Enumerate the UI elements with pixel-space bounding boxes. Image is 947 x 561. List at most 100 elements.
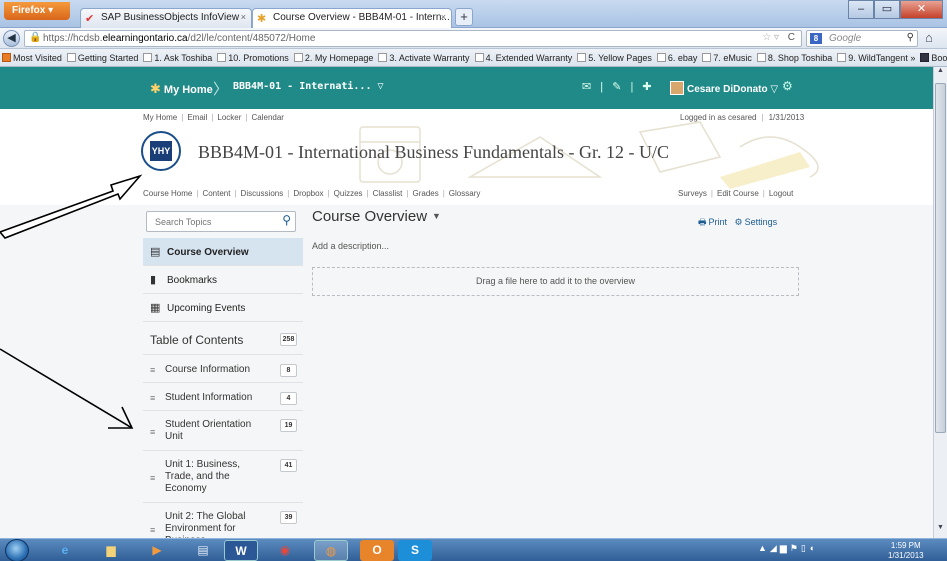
nav-link-calendar[interactable]: Calendar: [252, 113, 284, 122]
scroll-down-icon[interactable]: ▼: [934, 524, 947, 538]
drag-handle-icon[interactable]: ≡: [150, 473, 155, 483]
module-count-badge: 41: [280, 459, 297, 472]
volume-icon[interactable]: ◖: [809, 543, 817, 553]
search-icon[interactable]: ⚲: [907, 32, 914, 43]
chevron-down-icon[interactable]: ▼: [432, 211, 441, 221]
sidebar-item-upcoming-events[interactable]: ▦ Upcoming Events: [143, 294, 303, 322]
document-icon[interactable]: ▤: [186, 540, 220, 561]
battery-icon[interactable]: ▯: [801, 543, 809, 553]
url-bar[interactable]: 🔒 https://hcdsb.elearningontario.ca/d2l/…: [24, 30, 802, 47]
bookmark-star-icon[interactable]: ☆ ▿: [762, 32, 779, 43]
nav-link-locker[interactable]: Locker: [217, 113, 241, 122]
my-home-link[interactable]: ✱ My Home: [150, 81, 213, 97]
bookmark-item[interactable]: Getting Started: [66, 53, 138, 63]
ie-icon[interactable]: e: [48, 540, 82, 561]
minimize-button[interactable]: –: [848, 0, 874, 19]
toc-module-course-information[interactable]: ≡ Course Information 8: [143, 355, 303, 383]
logo-text: YHY: [150, 141, 172, 161]
tab-course-overview[interactable]: ✱ Course Overview - BBB4M-01 - Intern...…: [252, 8, 452, 28]
nav-link-surveys[interactable]: Surveys: [678, 189, 707, 198]
bookmark-item[interactable]: 1. Ask Toshiba: [143, 53, 212, 63]
bookmark-item[interactable]: Bookmarks: [920, 53, 947, 63]
drag-handle-icon[interactable]: ≡: [150, 393, 155, 403]
settings-link[interactable]: ⚙ Settings: [735, 217, 778, 227]
bookmark-item[interactable]: Most Visited: [2, 53, 62, 63]
close-window-button[interactable]: ✕: [900, 0, 943, 19]
bookmark-item[interactable]: 8. Shop Toshiba: [756, 53, 832, 63]
explorer-icon[interactable]: ▆: [94, 540, 128, 561]
settings-gear-icon[interactable]: ⚙: [782, 79, 793, 93]
skype-icon[interactable]: S: [398, 540, 432, 561]
chrome-icon[interactable]: ◉: [268, 540, 302, 561]
bookmark-item[interactable]: 9. WildTangent »: [837, 53, 915, 63]
bookmark-item[interactable]: 5. Yellow Pages: [577, 53, 652, 63]
bookmark-item[interactable]: 10. Promotions: [217, 53, 289, 63]
toc-module-unit-2[interactable]: ≡ Unit 2: The Global Environment for Bus…: [143, 503, 303, 538]
sidebar-item-course-overview[interactable]: ▤ Course Overview: [143, 238, 303, 266]
search-topics-input[interactable]: [147, 212, 265, 231]
search-icon[interactable]: ⚲: [282, 213, 291, 227]
outlook-icon[interactable]: O: [360, 540, 394, 561]
system-clock[interactable]: 1:59 PM 1/31/2013: [888, 541, 924, 561]
page-scrollbar[interactable]: ▲ ▼: [933, 67, 947, 538]
home-icon[interactable]: ⌂: [925, 30, 933, 45]
nav-link-classlist[interactable]: Classlist: [373, 189, 403, 198]
nav-link-content[interactable]: Content: [202, 189, 230, 198]
flag-icon[interactable]: ⚑: [790, 543, 801, 553]
tab-close-icon[interactable]: ×: [241, 12, 246, 22]
tab-sap-infoview[interactable]: ✔ SAP BusinessObjects InfoView ×: [80, 8, 252, 28]
message-alert-icon[interactable]: ✉: [582, 81, 594, 93]
nav-link-dropbox[interactable]: Dropbox: [293, 189, 323, 198]
search-engine-bar[interactable]: 8 Google ⚲: [806, 30, 918, 47]
tab-close-icon[interactable]: ×: [441, 12, 446, 22]
nav-link-grades[interactable]: Grades: [412, 189, 438, 198]
nav-link-edit-course[interactable]: Edit Course: [717, 189, 759, 198]
scroll-up-icon[interactable]: ▲: [934, 67, 947, 81]
firefox-icon[interactable]: ◍: [314, 540, 348, 561]
maximize-button[interactable]: ▭: [874, 0, 900, 19]
course-selector[interactable]: BBB4M-01 - Internati... ▽: [233, 81, 384, 92]
user-menu[interactable]: Cesare DiDonato ▽: [670, 81, 778, 95]
nav-link-glossary[interactable]: Glossary: [449, 189, 481, 198]
bookmark-item[interactable]: 4. Extended Warranty: [474, 53, 572, 63]
google-icon: 8: [810, 33, 822, 44]
firefox-menu-button[interactable]: Firefox ▾: [4, 2, 70, 20]
nav-link-quizzes[interactable]: Quizzes: [334, 189, 363, 198]
drag-handle-icon[interactable]: ≡: [150, 525, 155, 535]
minibar-alerts: ✉ | ✎ | ✚: [582, 81, 655, 93]
toc-module-unit-1[interactable]: ≡ Unit 1: Business, Trade, and the Econo…: [143, 451, 303, 503]
bookmark-item[interactable]: 3. Activate Warranty: [378, 53, 470, 63]
start-button[interactable]: [5, 539, 29, 561]
file-drop-zone[interactable]: Drag a file here to add it to the overvi…: [312, 267, 799, 296]
bookmark-page-icon: [702, 53, 712, 62]
back-button[interactable]: ◀: [3, 30, 20, 47]
table-of-contents-heading[interactable]: Table of Contents 258: [143, 322, 303, 355]
bookmark-label: Most Visited: [13, 53, 62, 63]
page-title[interactable]: Course Overview ▼: [312, 208, 441, 225]
media-player-icon[interactable]: ▶: [140, 540, 174, 561]
signal-icon[interactable]: ◢: [770, 543, 780, 553]
subscription-alert-icon[interactable]: ✚: [642, 81, 654, 93]
nav-link-discussions[interactable]: Discussions: [241, 189, 284, 198]
drag-handle-icon[interactable]: ≡: [150, 365, 155, 375]
drag-handle-icon[interactable]: ≡: [150, 427, 155, 437]
nav-link-logout[interactable]: Logout: [769, 189, 793, 198]
nav-link-course-home[interactable]: Course Home: [143, 189, 192, 198]
bookmark-item[interactable]: 6. ebay: [656, 53, 697, 63]
toc-module-student-orientation-unit[interactable]: ≡ Student Orientation Unit 19: [143, 411, 303, 451]
print-link[interactable]: 🖶 Print: [698, 217, 727, 227]
bookmark-item[interactable]: 2. My Homepage: [293, 53, 373, 63]
nav-link-email[interactable]: Email: [187, 113, 207, 122]
bookmark-item[interactable]: 7. eMusic: [702, 53, 752, 63]
scrollbar-thumb[interactable]: [935, 83, 946, 433]
add-description-link[interactable]: Add a description...: [312, 241, 389, 251]
reload-icon[interactable]: C: [788, 32, 795, 43]
nav-link-my-home[interactable]: My Home: [143, 113, 177, 122]
new-tab-button[interactable]: +: [455, 8, 473, 26]
tray-arrow-icon[interactable]: ▲: [758, 543, 770, 553]
sidebar-item-bookmarks[interactable]: ▮ Bookmarks: [143, 266, 303, 294]
toc-module-student-information[interactable]: ≡ Student Information 4: [143, 383, 303, 411]
update-alert-icon[interactable]: ✎: [612, 81, 624, 93]
network-icon[interactable]: ▆: [780, 543, 790, 553]
word-icon[interactable]: W: [224, 540, 258, 561]
